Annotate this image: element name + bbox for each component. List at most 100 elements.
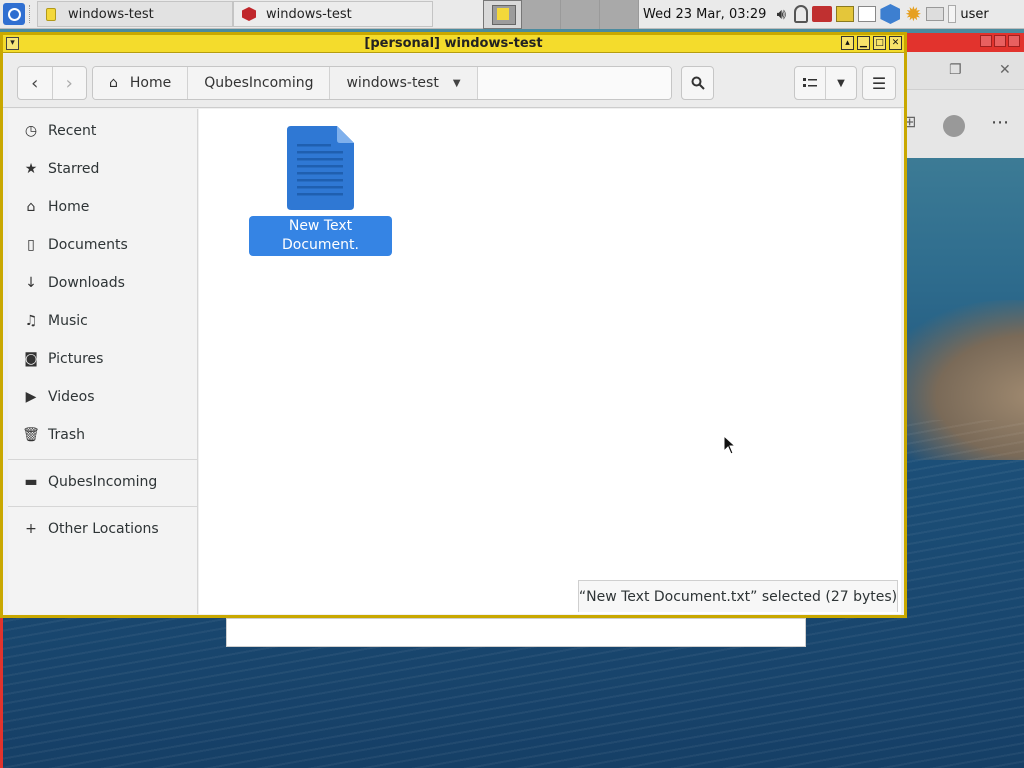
star-icon: ★: [24, 161, 38, 177]
clock[interactable]: Wed 23 Mar, 03:29: [643, 7, 766, 22]
sidebar-item-music[interactable]: ♫ Music: [8, 303, 197, 339]
file-manager-window: ▾ [personal] windows-test ▴ ▁ □ ✕ ‹ › ⌂ …: [0, 32, 907, 618]
disk-icon[interactable]: [926, 7, 945, 21]
user-label[interactable]: user: [960, 7, 988, 22]
music-icon: ♫: [24, 313, 38, 329]
clipboard-icon[interactable]: [858, 6, 877, 22]
qubes-menu-icon[interactable]: [3, 3, 25, 25]
list-view-icon: [803, 78, 817, 87]
sidebar-item-qubesincoming[interactable]: ▬ QubesIncoming: [8, 464, 197, 500]
sidebar-item-label: Trash: [48, 427, 85, 443]
window-menu-icon[interactable]: ▾: [6, 37, 19, 50]
background-window-controls: [980, 35, 1020, 47]
sidebar-item-videos[interactable]: ▶ Videos: [8, 379, 197, 415]
taskbar: windows-test windows-test Wed 23 Mar, 03…: [0, 0, 1024, 29]
background-window[interactable]: ❐ ✕ ⊞ ⋯: [895, 33, 1024, 158]
qube-domains-icon[interactable]: [880, 4, 901, 24]
navigation-buttons: ‹ ›: [17, 66, 87, 100]
file-item[interactable]: New Text Document. txt: [249, 126, 393, 272]
usb-icon[interactable]: [948, 5, 957, 23]
sidebar-item-label: Other Locations: [48, 521, 159, 537]
file-name-label[interactable]: New Text Document. txt: [249, 216, 392, 272]
sidebar-item-recent[interactable]: ◷ Recent: [8, 113, 197, 149]
list-view-button[interactable]: [795, 67, 825, 99]
workspace-pager: [483, 0, 639, 29]
file-view[interactable]: New Text Document. txt “New Text Documen…: [199, 109, 901, 614]
sidebar-separator: [8, 506, 197, 507]
shade-button[interactable]: ▴: [841, 36, 854, 50]
sidebar-item-home[interactable]: ⌂ Home: [8, 189, 197, 225]
sidebar-item-label: Home: [48, 199, 90, 215]
text-file-icon: [287, 126, 354, 210]
sidebar-item-starred[interactable]: ★ Starred: [8, 151, 197, 187]
sidebar-separator: [8, 459, 197, 460]
sidebar-item-label: Downloads: [48, 275, 125, 291]
video-icon: ▶: [25, 389, 37, 405]
maximize-button[interactable]: □: [873, 36, 886, 50]
trash-icon: 🗑︎: [22, 427, 40, 443]
workspace-1[interactable]: [483, 0, 522, 29]
sidebar-item-label: Videos: [48, 389, 95, 405]
yellow-window-icon: [46, 7, 56, 21]
sidebar-item-pictures[interactable]: ◙ Pictures: [8, 341, 197, 377]
background-window-frame: [0, 613, 3, 768]
crumb-windows-test[interactable]: windows-test ▼: [330, 67, 478, 99]
back-button[interactable]: ‹: [18, 67, 52, 99]
window-titlebar[interactable]: ▾ [personal] windows-test ▴ ▁ □ ✕: [3, 35, 904, 53]
taskbar-separator: [29, 5, 35, 23]
devices-icon[interactable]: [836, 6, 855, 22]
task-label: windows-test: [266, 6, 352, 22]
sidebar-item-documents[interactable]: ▯ Documents: [8, 227, 197, 263]
sidebar-item-label: Music: [48, 313, 88, 329]
crumb-label: windows-test: [346, 75, 439, 91]
volume-icon[interactable]: 🔊︎: [772, 5, 790, 23]
sidebar-item-label: Starred: [48, 161, 100, 177]
home-icon: ⌂: [26, 199, 36, 215]
chevron-down-icon: ▼: [837, 77, 845, 89]
selection-status: “New Text Document.txt” selected (27 byt…: [578, 580, 898, 612]
path-bar-empty[interactable]: [477, 67, 671, 99]
sidebar-item-label: QubesIncoming: [48, 474, 158, 490]
more-options-icon[interactable]: ⋯: [991, 112, 1009, 133]
workspace-3[interactable]: [561, 0, 600, 29]
camera-icon: ◙: [24, 351, 38, 367]
path-bar: ⌂ Home QubesIncoming windows-test ▼: [92, 66, 672, 100]
window-controls: ▴ ▁ □ ✕: [841, 36, 902, 50]
network-icon[interactable]: [812, 6, 833, 22]
sidebar-item-other-locations[interactable]: + Other Locations: [8, 511, 197, 547]
close-icon[interactable]: ✕: [999, 62, 1011, 78]
document-icon: ▯: [27, 237, 35, 253]
chevron-down-icon[interactable]: ▼: [453, 78, 461, 89]
avatar[interactable]: [943, 115, 965, 137]
mouse-cursor-icon: [723, 435, 737, 455]
places-sidebar: ◷ Recent ★ Starred ⌂ Home ▯ Documents ↓ …: [8, 109, 198, 614]
sidebar-item-label: Documents: [48, 237, 128, 253]
sidebar-item-label: Recent: [48, 123, 97, 139]
restore-icon[interactable]: ❐: [949, 62, 962, 78]
taskbar-task-1[interactable]: windows-test: [37, 1, 233, 27]
workspace-2[interactable]: [522, 0, 561, 29]
updates-gear-icon[interactable]: ✹: [904, 4, 922, 24]
minimize-button[interactable]: ▁: [857, 36, 870, 50]
download-icon: ↓: [25, 275, 37, 291]
window-title: [personal] windows-test: [364, 36, 543, 51]
search-icon: [691, 76, 705, 90]
search-button[interactable]: [681, 66, 714, 100]
view-dropdown-button[interactable]: ▼: [825, 67, 856, 99]
workspace-4[interactable]: [600, 0, 639, 29]
background-dialog: [226, 618, 806, 647]
background-window-toolbar: ❐ ✕: [895, 52, 1024, 90]
chevron-left-icon: ‹: [31, 72, 39, 94]
crumb-home[interactable]: ⌂ Home: [93, 67, 189, 99]
main-menu-button[interactable]: ☰: [862, 66, 896, 100]
crumb-qubesincoming[interactable]: QubesIncoming: [188, 67, 331, 99]
task-label: windows-test: [68, 6, 154, 22]
close-button[interactable]: ✕: [889, 36, 902, 50]
crumb-label: QubesIncoming: [204, 75, 314, 91]
home-icon: ⌂: [109, 75, 118, 91]
lock-icon[interactable]: [794, 5, 809, 23]
forward-button[interactable]: ›: [51, 67, 87, 99]
taskbar-task-2[interactable]: windows-test: [233, 1, 433, 27]
sidebar-item-trash[interactable]: 🗑︎ Trash: [8, 417, 197, 453]
sidebar-item-downloads[interactable]: ↓ Downloads: [8, 265, 197, 301]
